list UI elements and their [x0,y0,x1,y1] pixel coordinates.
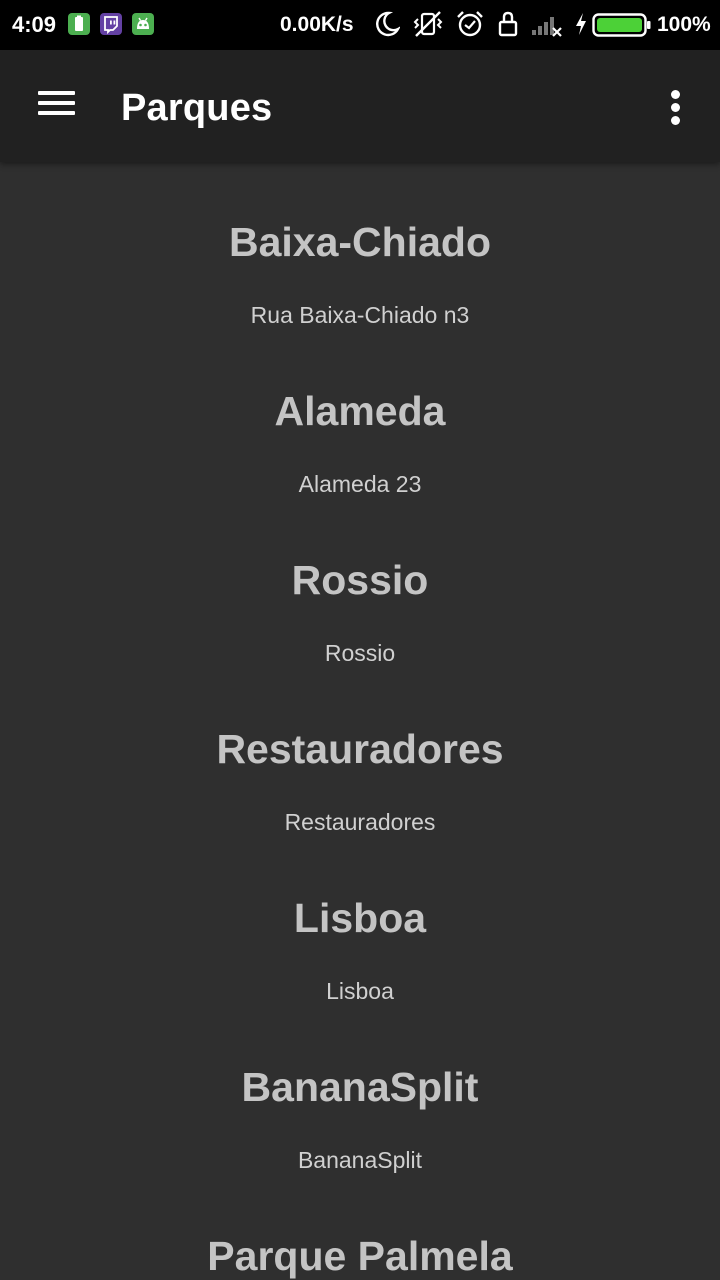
moon-icon [374,10,400,38]
status-bar: 4:09 0.00K/s 100% [0,0,720,50]
park-name: Restauradores [216,726,504,772]
park-name: Alameda [274,388,446,434]
battery-full-icon [592,13,652,37]
status-time: 4:09 [12,12,57,37]
alarm-clock-icon [455,10,485,38]
app-bar: Parques [0,50,720,162]
park-list-item[interactable]: Rossio Rossio [0,500,720,669]
park-address: Rossio [324,640,396,666]
battery-saver-app-icon [68,13,90,35]
page-title: Parques [121,87,273,129]
park-list-item[interactable]: Alameda Alameda 23 [0,331,720,500]
battery-percent: 100% [657,13,711,36]
park-address: BananaSplit [297,1147,423,1173]
park-list-item[interactable]: Baixa-Chiado Rua Baixa-Chiado n3 [0,162,720,331]
park-address: Alameda 23 [298,471,422,497]
park-address: Restauradores [284,809,436,835]
park-list-item[interactable]: BananaSplit BananaSplit [0,1007,720,1176]
hamburger-menu-icon[interactable] [20,70,92,142]
charging-bolt-icon [574,10,588,38]
vibrate-off-icon [412,10,444,38]
lock-rotation-icon [496,10,520,38]
network-speed: 0.00K/s [280,13,354,36]
park-list-item[interactable]: Lisboa Lisboa [0,838,720,1007]
more-vertical-icon[interactable] [650,72,702,142]
park-name: Baixa-Chiado [229,219,491,265]
park-list-item[interactable]: Parque Palmela [0,1176,720,1280]
park-name: Rossio [291,557,429,603]
park-name: BananaSplit [241,1064,479,1110]
park-list: Baixa-Chiado Rua Baixa-Chiado n3 Alameda… [0,162,720,1280]
signal-no-service-icon [530,10,564,38]
park-list-item[interactable]: Restauradores Restauradores [0,669,720,838]
park-address: Lisboa [326,978,394,1004]
android-app-icon [132,13,154,35]
park-address: Rua Baixa-Chiado n3 [250,302,470,328]
park-name: Parque Palmela [207,1233,513,1279]
park-name: Lisboa [293,895,427,941]
twitch-app-icon [100,13,122,35]
